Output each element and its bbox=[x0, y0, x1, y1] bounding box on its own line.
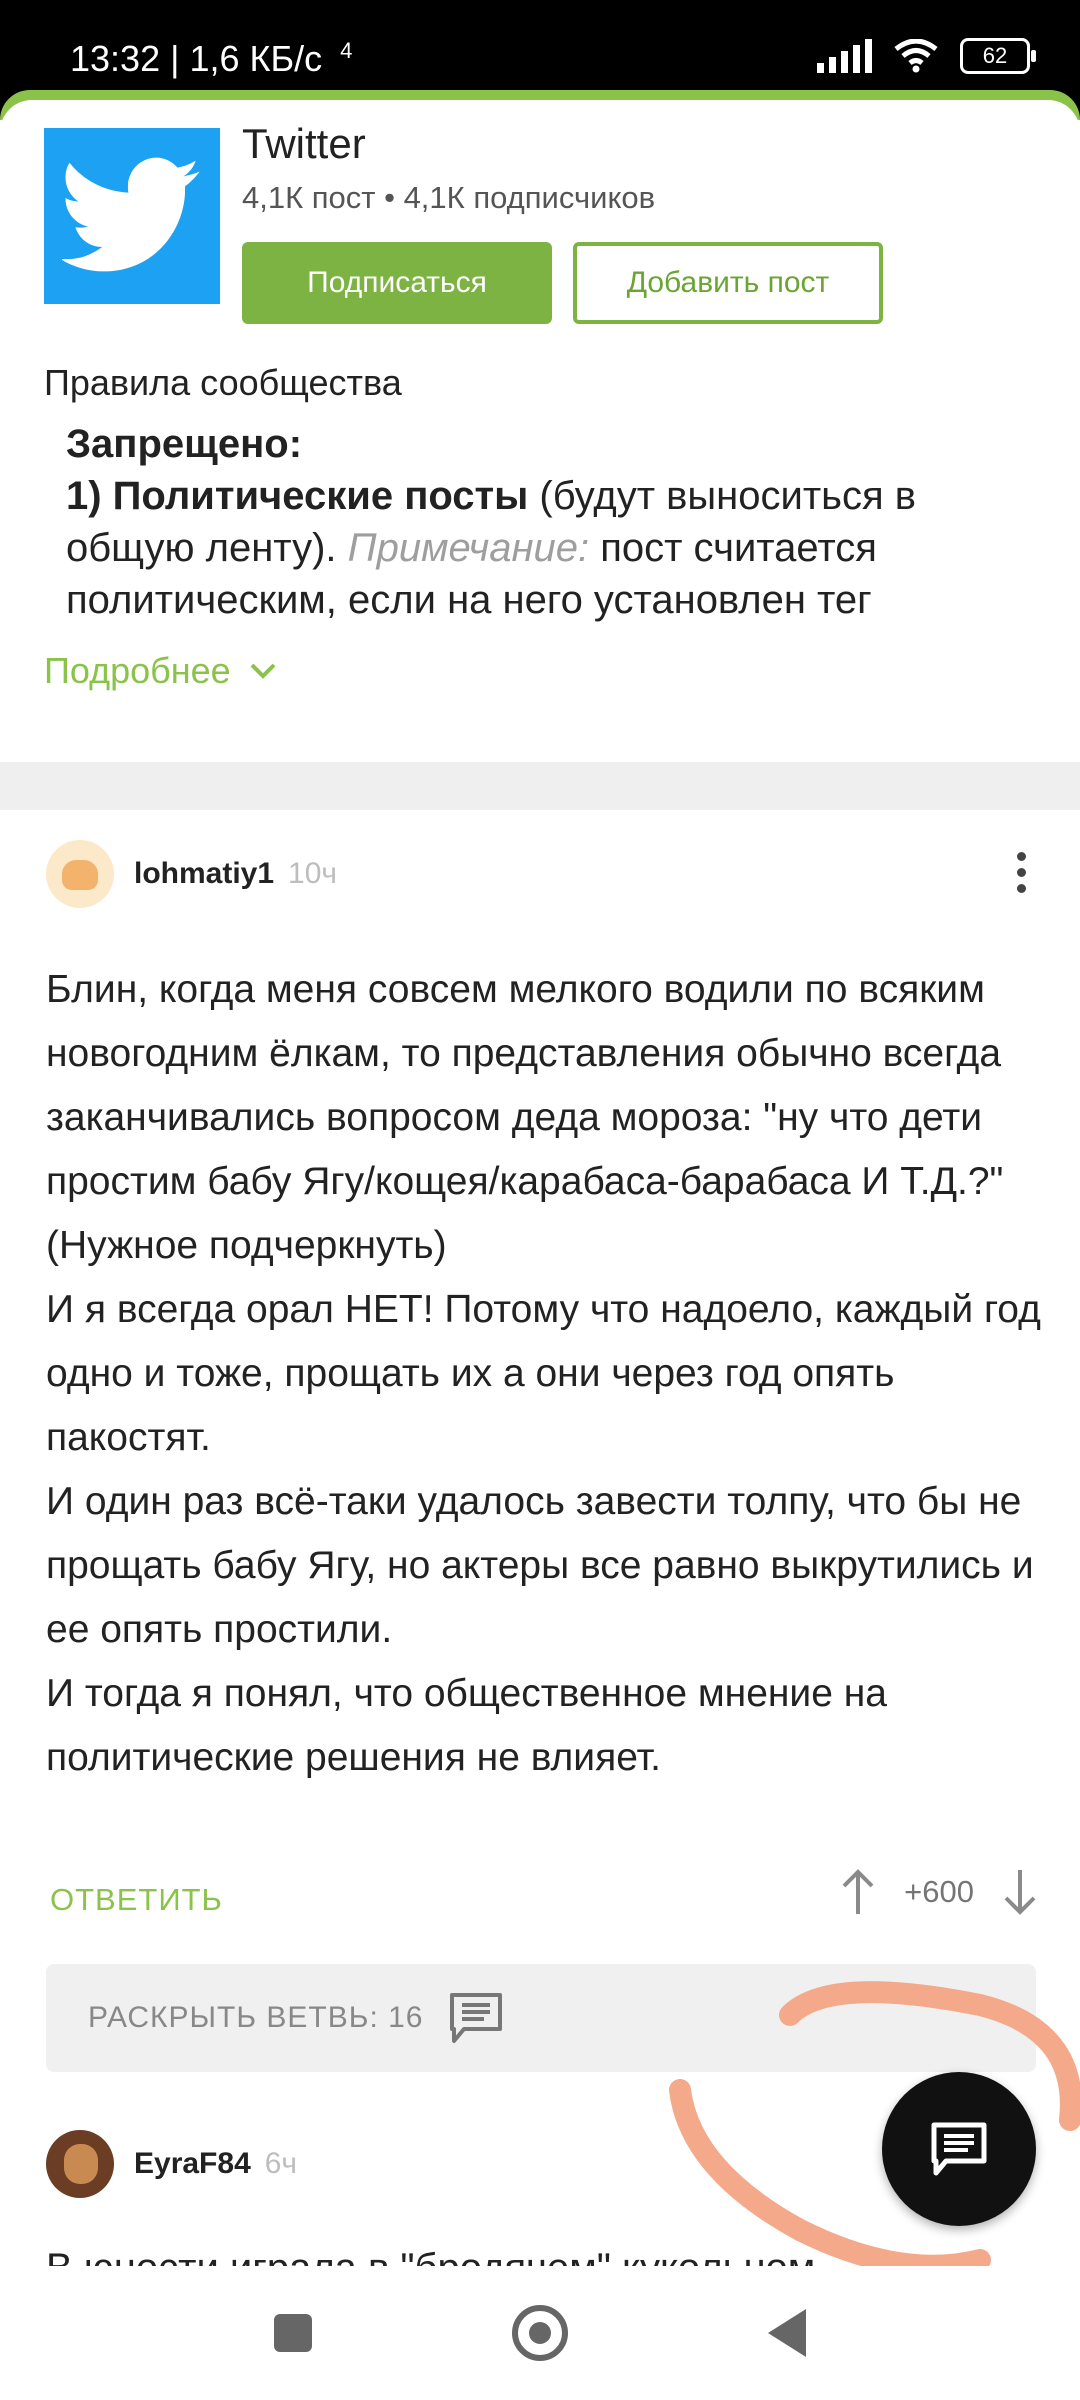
comment-paragraph: И тогда я понял, что общественное мнение… bbox=[46, 1672, 887, 1779]
avatar[interactable] bbox=[46, 2130, 114, 2198]
reply-button[interactable]: ОТВЕТИТЬ bbox=[50, 1882, 223, 1918]
rating-value: +600 bbox=[904, 1874, 974, 1909]
system-nav-bar bbox=[0, 2266, 1080, 2400]
data-icon: 4 bbox=[340, 38, 353, 63]
avatar[interactable] bbox=[46, 840, 114, 908]
back-icon[interactable] bbox=[768, 2309, 806, 2357]
comment-username[interactable]: lohmatiy1 bbox=[134, 857, 274, 891]
subscribe-button[interactable]: Подписаться bbox=[242, 242, 552, 324]
rating: +600 bbox=[840, 1868, 1038, 1916]
section-divider bbox=[0, 762, 1080, 810]
rules-item-bold: 1) Политические посты bbox=[66, 474, 529, 518]
comment-paragraph: И один раз всё-таки удалось завести толп… bbox=[46, 1480, 1034, 1651]
comment-header: EyraF84 6ч bbox=[46, 2130, 297, 2198]
new-comment-fab[interactable] bbox=[882, 2072, 1036, 2226]
more-link[interactable]: Подробнее bbox=[44, 650, 277, 692]
recents-icon[interactable] bbox=[274, 2314, 312, 2352]
home-icon[interactable] bbox=[512, 2305, 568, 2361]
community-title: Twitter bbox=[242, 120, 366, 167]
status-time-speed: 13:32 | 1,6 КБ/с bbox=[70, 38, 323, 79]
comment-time: 10ч bbox=[288, 857, 338, 890]
more-label: Подробнее bbox=[44, 650, 231, 691]
comment-header: lohmatiy1 10ч bbox=[46, 840, 337, 908]
comment-paragraph: Блин, когда меня совсем мелкого водили п… bbox=[46, 968, 1004, 1267]
comment-time: 6ч bbox=[264, 2147, 298, 2180]
battery-icon: 62 bbox=[960, 38, 1036, 74]
rules-body: Запрещено: 1) Политические посты (будут … bbox=[66, 418, 1026, 628]
community-header: Twitter 4,1К пост • 4,1К подписчиков Под… bbox=[0, 100, 1080, 760]
chevron-down-icon bbox=[250, 663, 276, 679]
add-post-button[interactable]: Добавить пост bbox=[573, 242, 883, 324]
comment-icon bbox=[449, 1993, 502, 2043]
rules-heading: Запрещено: bbox=[66, 422, 303, 466]
signal-icon bbox=[817, 39, 872, 73]
expand-branch-button[interactable]: РАСКРЫТЬ ВЕТВЬ: 16 bbox=[46, 1964, 1036, 2072]
wifi-icon bbox=[894, 39, 938, 73]
comment-preview: В юности играла в "бродячем" кукольном bbox=[46, 2236, 1026, 2266]
comment-icon bbox=[931, 2122, 987, 2176]
arrow-up-icon[interactable] bbox=[840, 1868, 876, 1916]
status-left: 13:32 | 1,6 КБ/с 4 bbox=[70, 38, 352, 80]
arrow-down-icon[interactable] bbox=[1002, 1868, 1038, 1916]
branch-label: РАСКРЫТЬ ВЕТВЬ: 16 bbox=[88, 2001, 424, 2034]
comment-paragraph: И я всегда орал НЕТ! Потому что надоело,… bbox=[46, 1288, 1041, 1459]
rules-note-label: Примечание: bbox=[347, 526, 590, 570]
more-vertical-icon[interactable] bbox=[1017, 852, 1026, 893]
comment-username[interactable]: EyraF84 bbox=[134, 2147, 251, 2181]
rules-title: Правила сообщества bbox=[44, 362, 402, 403]
community-stats: 4,1К пост • 4,1К подписчиков bbox=[242, 180, 656, 215]
twitter-bird-icon bbox=[44, 128, 220, 304]
status-right: 62 bbox=[817, 38, 1036, 74]
comment-text: Блин, когда меня совсем мелкого водили п… bbox=[46, 958, 1046, 1790]
